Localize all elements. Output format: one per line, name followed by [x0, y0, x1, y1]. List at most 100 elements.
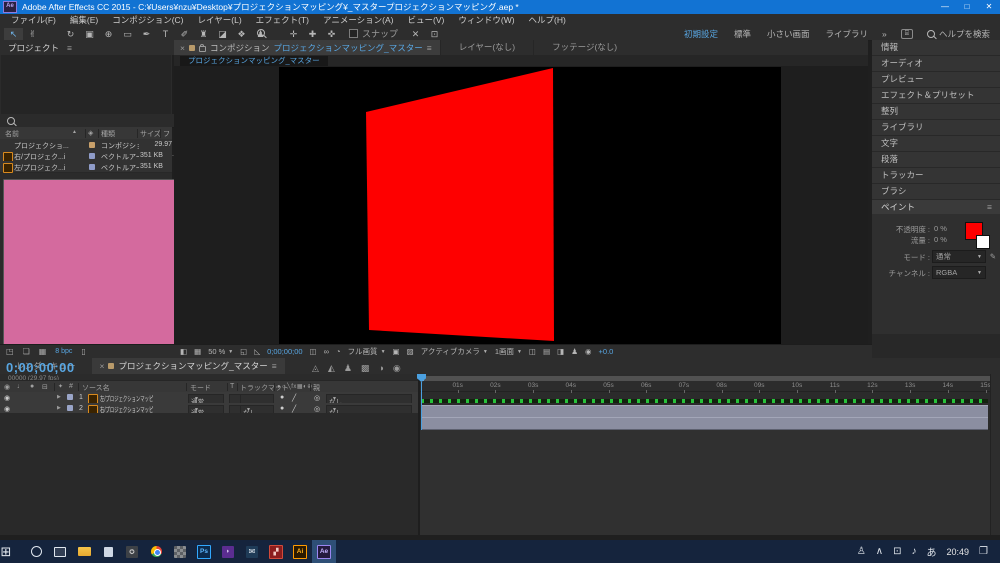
layer-bar-1[interactable]	[421, 405, 988, 418]
graph-editor-icon[interactable]: ◉	[393, 363, 401, 374]
store-icon[interactable]	[96, 540, 120, 563]
tray-clock[interactable]: 20:49	[947, 547, 970, 557]
mask-visibility-icon[interactable]: ◺	[254, 347, 260, 356]
menu-item[interactable]: ヘルプ(H)	[522, 14, 573, 27]
tray-volume-icon[interactable]: ♪	[912, 546, 917, 557]
tray-people-icon[interactable]: ♙	[857, 546, 866, 557]
pencil-icon[interactable]: ✎	[990, 252, 996, 261]
panel-tab[interactable]: トラッカー	[872, 168, 1000, 183]
tab-footage[interactable]: フッテージ(なし)	[533, 40, 635, 55]
current-time[interactable]: 0;00;00;00	[267, 347, 302, 356]
app-icon-pixel[interactable]	[168, 540, 192, 563]
reset-exposure-icon[interactable]: ◉	[585, 347, 592, 356]
layer-mode-dropdown[interactable]: 通常▼	[188, 394, 224, 404]
workspace-button[interactable]: ライブラリ	[826, 28, 869, 40]
menu-item[interactable]: ファイル(F)	[4, 14, 63, 27]
tab-close-icon[interactable]: ×	[100, 361, 105, 371]
motion-blur-icon[interactable]: ◑	[378, 363, 383, 374]
flowchart-button-icon[interactable]: ♟	[571, 347, 578, 356]
timeline-scrollbar[interactable]	[990, 374, 1000, 535]
opacity-value[interactable]: 0 %	[934, 224, 947, 233]
col-preserve-transparency[interactable]: T	[230, 383, 234, 390]
hide-shy-layers-icon[interactable]: ♟	[344, 363, 352, 374]
selection-tool[interactable]: ↖	[4, 28, 23, 40]
start-button[interactable]: ⊞	[0, 540, 24, 563]
menu-item[interactable]: エフェクト(T)	[249, 14, 316, 27]
layer-quality-icon[interactable]: ●	[280, 405, 284, 412]
after-effects-icon[interactable]: Ae	[312, 540, 336, 563]
tab-close-icon[interactable]: ×	[180, 43, 185, 53]
minimize-button[interactable]: —	[934, 0, 956, 14]
tab-composition[interactable]: × コンポジション プロジェクションマッピング_マスター ≡	[174, 40, 440, 55]
mail-icon[interactable]: ✉	[240, 540, 264, 563]
panel-tab[interactable]: ブラシ	[872, 184, 1000, 199]
panel-menu-icon[interactable]: ≡	[67, 43, 72, 53]
zoom-level-dropdown[interactable]: 50 %▼	[208, 347, 233, 356]
workspace-button[interactable]: 初期設定	[684, 28, 718, 40]
panel-tab[interactable]: 文字	[872, 136, 1000, 151]
parent-pickwhip-icon[interactable]: ◎	[314, 405, 320, 413]
menu-item[interactable]: アニメーション(A)	[316, 14, 401, 27]
pen-tool[interactable]: ✒	[137, 28, 156, 40]
channel-dropdown[interactable]: RGBA▼	[932, 266, 986, 279]
chrome-icon[interactable]	[144, 540, 168, 563]
tab-layer[interactable]: レイヤー(なし)	[440, 40, 533, 55]
sort-direction-icon[interactable]: ▲	[72, 129, 77, 135]
comp-breadcrumb[interactable]: プロジェクションマッピング_マスター	[180, 56, 328, 66]
region-of-interest-icon[interactable]: ▣	[393, 347, 400, 356]
tray-ime-icon[interactable]: あ	[927, 544, 937, 559]
tray-display-icon[interactable]: ⊡	[893, 546, 901, 557]
photoshop-icon[interactable]: Ps	[192, 540, 216, 563]
panel-menu-icon[interactable]: ≡	[272, 361, 277, 371]
layer-quality-slash-icon[interactable]: ╱	[292, 405, 296, 413]
panel-tab[interactable]: ライブラリ	[872, 120, 1000, 135]
workspace-button[interactable]: 小さい画面	[767, 28, 810, 40]
menu-item[interactable]: レイヤー(L)	[191, 14, 249, 27]
panel-tab[interactable]: プレビュー	[872, 72, 1000, 87]
roto-brush-tool[interactable]: ❖	[232, 28, 251, 40]
view-axis-mode-icon[interactable]: ✜	[322, 28, 341, 40]
tab-paint[interactable]: ペイント ≡	[872, 200, 1000, 214]
eraser-tool[interactable]: ◪	[213, 28, 232, 40]
text-tool[interactable]: T	[156, 28, 175, 40]
snapshot-icon[interactable]: ◧	[180, 347, 187, 356]
mode-dropdown[interactable]: 通常▼	[932, 250, 986, 263]
layer-bar-2[interactable]	[421, 417, 988, 430]
project-search-input[interactable]	[1, 114, 177, 128]
tab-project[interactable]: プロジェクト	[8, 42, 59, 54]
zoom-tool[interactable]	[42, 28, 61, 40]
exposure-value[interactable]: +0.0	[599, 347, 614, 356]
layer-eye-icon[interactable]: ◉	[4, 405, 10, 413]
interpret-footage-icon[interactable]: ◳	[6, 347, 14, 356]
bit-depth-button[interactable]: 8 bpc	[55, 348, 72, 355]
pixel-aspect-icon[interactable]: ◫	[529, 347, 536, 356]
track-matte-dropdown[interactable]	[240, 394, 274, 404]
panel-tab[interactable]: エフェクト＆プリセット	[872, 88, 1000, 103]
camera-dropdown[interactable]: アクティブカメラ▼	[421, 346, 488, 357]
tray-chevron-up-icon[interactable]: ∧	[876, 546, 883, 557]
view-layout-dropdown[interactable]: 1画面▼	[495, 346, 522, 357]
action-center-icon[interactable]: ❐	[979, 546, 988, 557]
cortana-button[interactable]	[24, 540, 48, 563]
show-channel-icon[interactable]: ∞	[324, 347, 329, 356]
timeline-button-icon[interactable]: ◨	[557, 347, 564, 356]
lock-icon[interactable]	[199, 46, 206, 52]
new-composition-icon[interactable]: ▦	[39, 347, 47, 356]
task-view-button[interactable]	[48, 540, 72, 563]
app-icon-purple[interactable]: ◗	[216, 540, 240, 563]
menu-item[interactable]: コンポジション(C)	[105, 14, 190, 27]
layer-expander-icon[interactable]: ▶	[57, 405, 61, 411]
menu-item[interactable]: 編集(E)	[63, 14, 105, 27]
camera-tool[interactable]: ▣	[80, 28, 99, 40]
layer-quality-slash-icon[interactable]: ╱	[292, 394, 296, 402]
label-chip[interactable]	[89, 164, 95, 170]
panel-tab[interactable]: 情報	[872, 40, 1000, 55]
file-explorer-icon[interactable]	[72, 540, 96, 563]
close-button[interactable]: ✕	[978, 0, 1000, 14]
col-name[interactable]: 名前	[5, 129, 19, 139]
layer-label-chip[interactable]	[67, 394, 73, 400]
help-search-input[interactable]: ヘルプを検索	[939, 28, 990, 40]
workspace-overflow-button[interactable]: »	[882, 29, 887, 39]
mask-feather-tool[interactable]: ✕	[406, 28, 425, 40]
frame-blending-icon[interactable]: ▩	[361, 363, 370, 374]
